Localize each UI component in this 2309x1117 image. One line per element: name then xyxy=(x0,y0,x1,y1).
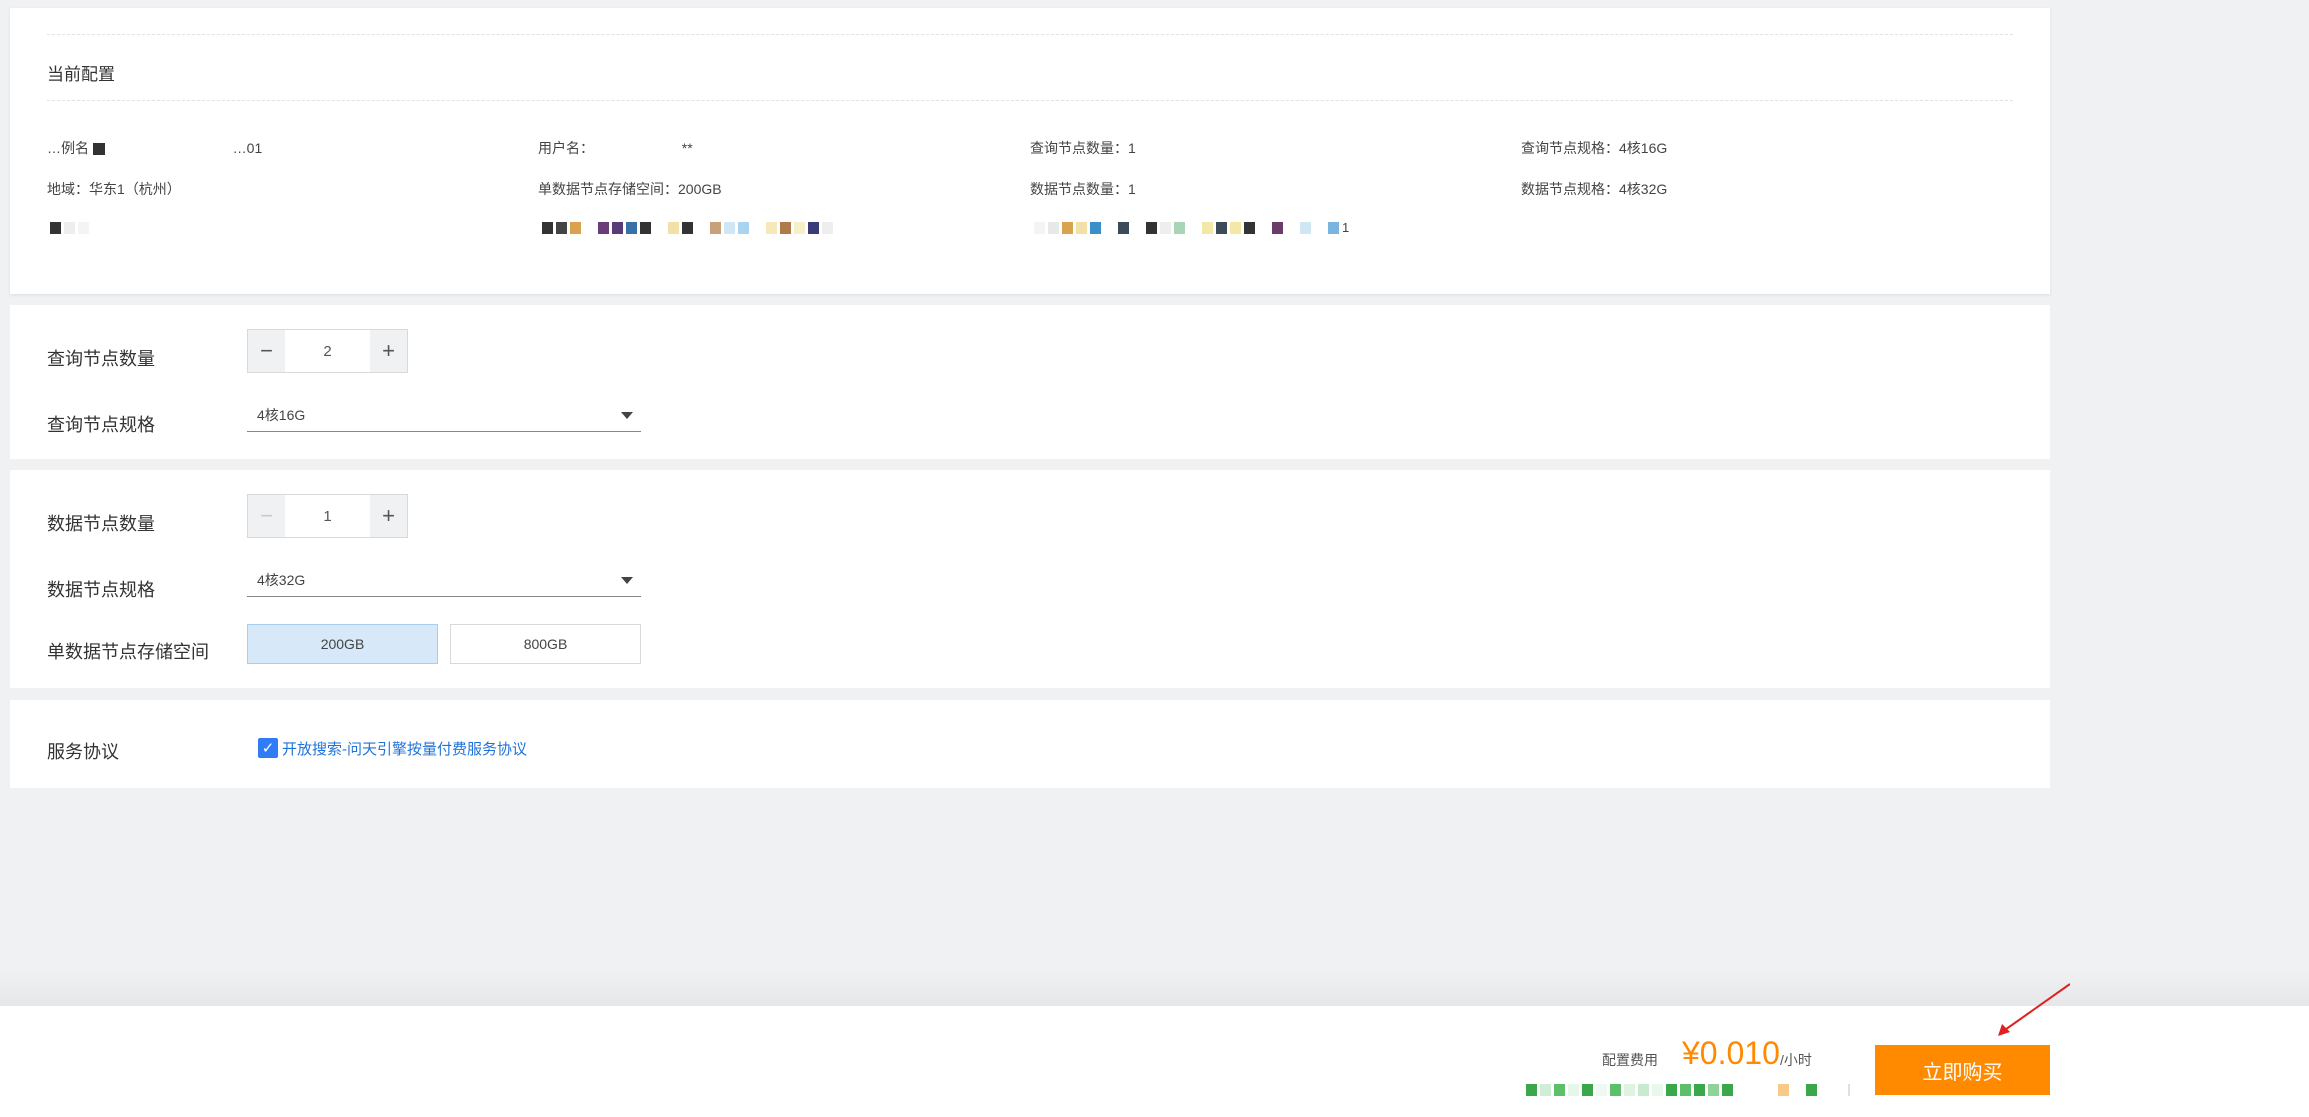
config-value: 4核32G xyxy=(1619,181,1668,197)
increment-button[interactable]: + xyxy=(370,330,407,372)
storage-label: 单数据节点存储空间 xyxy=(47,642,209,662)
query-node-count-stepper: − 2 + xyxy=(247,329,408,373)
price-value: ¥0.010 xyxy=(1682,1035,1780,1071)
query-node-spec-select[interactable]: 4核16G xyxy=(247,398,641,432)
footer-shadow xyxy=(0,970,2309,1006)
config-label: 数据节点规格： xyxy=(1521,181,1619,197)
config-query-node-count: 查询节点数量：1 xyxy=(1030,138,1136,158)
decrement-button[interactable]: − xyxy=(248,330,285,372)
config-label: 单数据节点存储空间： xyxy=(538,181,678,197)
agreement-label: 服务协议 xyxy=(47,742,119,762)
query-node-spec-label: 查询节点规格 xyxy=(47,415,155,435)
redacted-suffix: 1 xyxy=(1342,220,1350,235)
agreement-link[interactable]: 开放搜索-问天引擎按量付费服务协议 xyxy=(282,738,527,759)
config-value: 1 xyxy=(1128,140,1136,156)
price-unit: /小时 xyxy=(1780,1052,1812,1068)
selected-value: 4核16G xyxy=(257,406,306,423)
caret-down-icon xyxy=(621,577,633,584)
redacted-row: 1 xyxy=(1034,220,1350,235)
agreement-card: 服务协议 ✓ 开放搜索-问天引擎按量付费服务协议 xyxy=(10,700,2050,788)
query-node-count-value[interactable]: 2 xyxy=(285,330,370,372)
check-icon: ✓ xyxy=(261,739,275,757)
config-label: 查询节点规格： xyxy=(1521,140,1619,156)
config-value: 200GB xyxy=(678,181,722,197)
buy-now-button[interactable]: 立即购买 xyxy=(1875,1045,2050,1095)
config-value: 4核16G xyxy=(1619,140,1668,156)
section-title: 当前配置 xyxy=(47,65,115,84)
config-username: 用户名： ** xyxy=(538,138,693,158)
divider xyxy=(47,100,2013,101)
data-node-count-value[interactable]: 1 xyxy=(285,495,370,537)
config-label: 地域： xyxy=(47,181,89,197)
annotation-arrow-icon xyxy=(1998,983,2070,1036)
config-data-node-spec: 数据节点规格：4核32G xyxy=(1521,179,1667,199)
config-value: 华东1（杭州） xyxy=(89,181,181,197)
storage-option-200gb[interactable]: 200GB xyxy=(247,624,438,664)
data-node-spec-label: 数据节点规格 xyxy=(47,580,155,600)
config-label: 用户名： xyxy=(538,140,594,156)
decrement-button[interactable]: − xyxy=(248,495,285,537)
storage-option-800gb[interactable]: 800GB xyxy=(450,624,641,664)
query-node-card: 查询节点数量 − 2 + 查询节点规格 4核16G xyxy=(10,305,2050,459)
config-instance-name: …例名 …01 xyxy=(47,138,262,158)
query-node-count-label: 查询节点数量 xyxy=(47,349,155,369)
redacted-row xyxy=(50,222,89,234)
current-config-card: 当前配置 …例名 …01 用户名： ** 查询节点数量：1 查询节点规格：4核1… xyxy=(10,8,2050,294)
data-node-spec-select[interactable]: 4核32G xyxy=(247,563,641,597)
divider xyxy=(47,34,2013,35)
data-node-card: 数据节点数量 − 1 + 数据节点规格 4核32G 单数据节点存储空间 200G… xyxy=(10,470,2050,688)
selected-value: 4核32G xyxy=(257,571,306,588)
data-node-count-label: 数据节点数量 xyxy=(47,514,155,534)
config-label: …例名 xyxy=(47,140,89,156)
redacted-row xyxy=(542,222,833,234)
config-region: 地域：华东1（杭州） xyxy=(47,179,181,199)
redacted-block xyxy=(92,143,105,156)
config-value: 1 xyxy=(1128,181,1136,197)
redacted-row xyxy=(1526,1084,1850,1096)
agreement-checkbox[interactable]: ✓ xyxy=(258,738,278,758)
config-value: …01 xyxy=(232,140,263,156)
purchase-footer: 配置费用 ¥0.010 /小时 立即购买 xyxy=(0,1006,2309,1117)
config-label: 查询节点数量： xyxy=(1030,140,1128,156)
config-query-node-spec: 查询节点规格：4核16G xyxy=(1521,138,1667,158)
data-node-count-stepper: − 1 + xyxy=(247,494,408,538)
fee-label: 配置费用 xyxy=(1602,1052,1658,1068)
caret-down-icon xyxy=(621,412,633,419)
config-storage: 单数据节点存储空间：200GB xyxy=(538,179,722,199)
config-value: ** xyxy=(681,140,693,156)
config-label: 数据节点数量： xyxy=(1030,181,1128,197)
config-data-node-count: 数据节点数量：1 xyxy=(1030,179,1136,199)
increment-button[interactable]: + xyxy=(370,495,407,537)
